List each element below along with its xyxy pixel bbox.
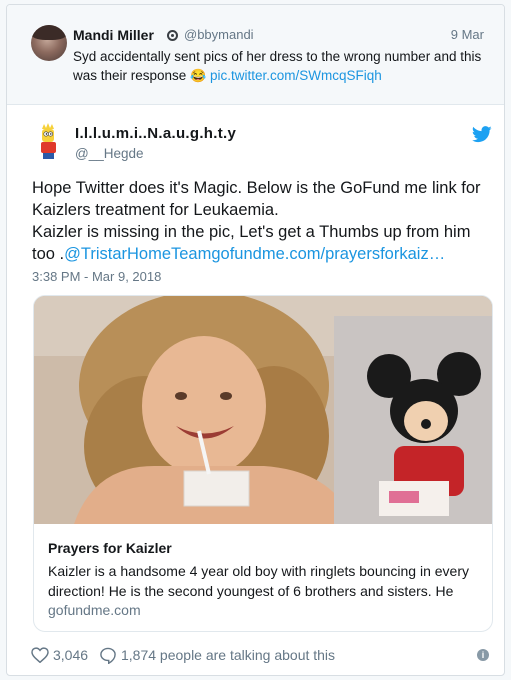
quoted-author-handle[interactable]: @bbymandi	[184, 27, 254, 42]
tweet-link[interactable]: @TristarHomeTeamgofundme.com/prayersfork…	[64, 245, 445, 263]
quoted-author-name[interactable]: Mandi Miller	[73, 27, 154, 43]
quoted-tweet-pic-link[interactable]: pic.twitter.com/SWmcqSFiqh	[210, 68, 382, 83]
verified-icon	[167, 30, 178, 41]
link-preview-card[interactable]: Prayers for Kaizler Kaizler is a handsom…	[33, 295, 493, 632]
heart-icon[interactable]	[31, 647, 49, 663]
info-icon[interactable]: i	[477, 649, 489, 661]
author-name[interactable]: I.l.l.u.m.i..N.a.u.g.h.t.y	[75, 125, 236, 142]
tweet-footer: 3,046 1,874 people are talking about thi…	[31, 645, 491, 665]
tweet-text: Hope Twitter does it's Magic. Below is t…	[32, 179, 481, 263]
comment-icon[interactable]	[99, 647, 117, 664]
like-count[interactable]: 3,046	[53, 647, 88, 663]
tweet-timestamp[interactable]: 3:38 PM - Mar 9, 2018	[32, 269, 161, 284]
author-handle[interactable]: @__Hegde	[75, 146, 144, 161]
laughing-emoji-icon: 😂	[190, 68, 207, 83]
quoted-tweet-text: Syd accidentally sent pics of her dress …	[73, 49, 482, 83]
talking-about-count[interactable]: 1,874 people are talking about this	[121, 647, 335, 663]
quoted-tweet[interactable]: Mandi Miller @bbymandi 9 Mar Syd acciden…	[7, 5, 504, 105]
quoted-tweet-date[interactable]: 9 Mar	[451, 27, 484, 42]
quoted-author-avatar[interactable]	[31, 25, 67, 61]
author-avatar[interactable]	[37, 123, 61, 163]
link-card-domain: gofundme.com	[48, 602, 141, 618]
link-card-title[interactable]: Prayers for Kaizler	[48, 540, 172, 556]
link-preview-image[interactable]	[34, 296, 492, 524]
twitter-bird-icon[interactable]	[472, 126, 492, 143]
embedded-tweet-card: Mandi Miller @bbymandi 9 Mar Syd acciden…	[6, 4, 505, 676]
link-card-description: Kaizler is a handsome 4 year old boy wit…	[48, 563, 470, 599]
